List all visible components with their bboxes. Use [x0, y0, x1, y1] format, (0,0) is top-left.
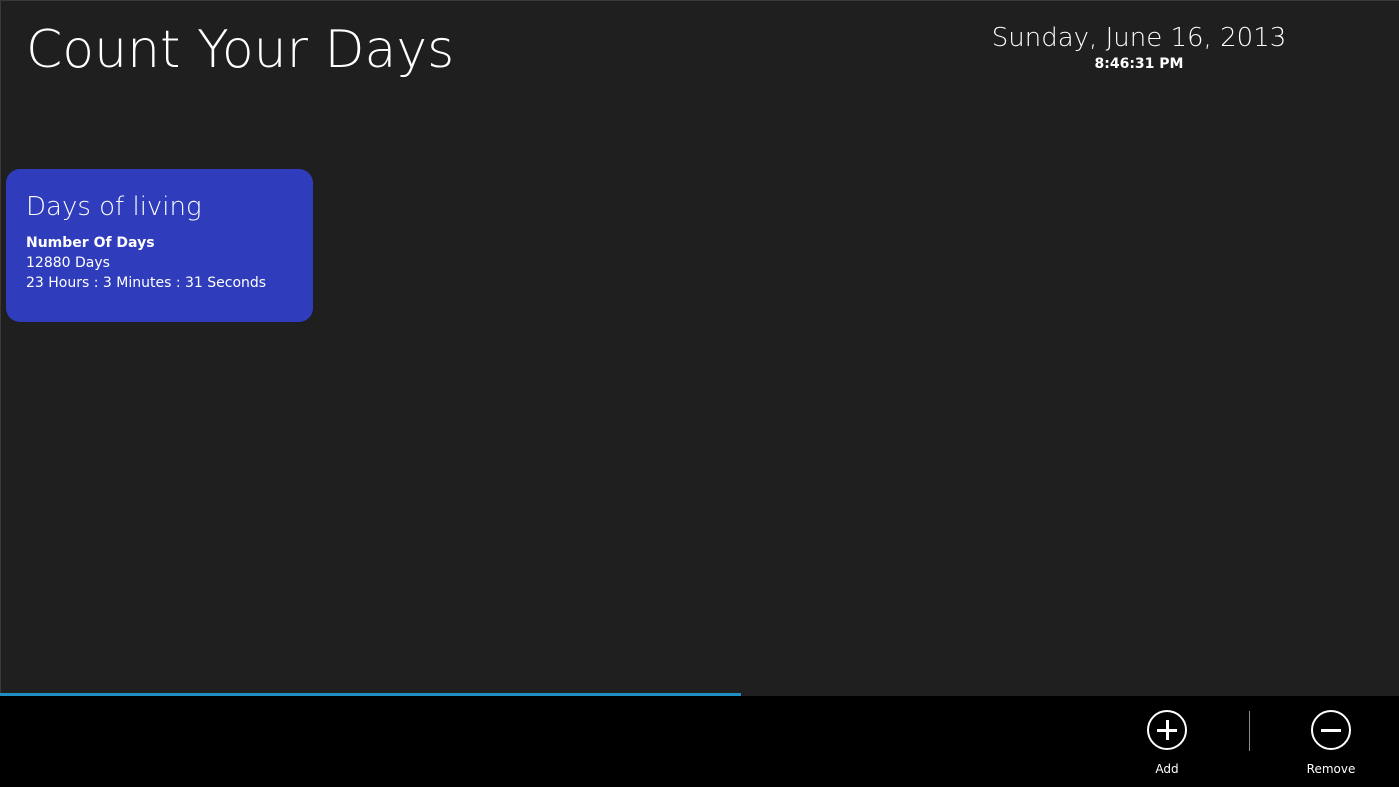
remove-button-label: Remove: [1306, 762, 1356, 776]
add-circle-icon: [1147, 710, 1187, 750]
remove-circle-icon: [1311, 710, 1351, 750]
tile-days: 12880 Days: [26, 255, 110, 271]
tile-time: 23 Hours : 3 Minutes : 31 Seconds: [26, 275, 267, 291]
clock: Sunday, June 16, 2013 8:46:31 PM: [979, 21, 1299, 73]
clock-date: Sunday, June 16, 2013: [991, 23, 1287, 53]
appbar-separator: [1249, 711, 1250, 751]
tile-title: Days of living: [26, 192, 202, 222]
counter-tile[interactable]: Days of living Number Of Days 12880 Days…: [6, 169, 313, 322]
tile-heading: Number Of Days: [26, 235, 155, 251]
remove-button[interactable]: Remove: [1286, 710, 1376, 776]
add-button-label: Add: [1155, 762, 1179, 776]
clock-time: 8:46:31 PM: [1094, 56, 1184, 72]
app-window: Count Your Days Sunday, June 16, 2013 8:…: [0, 0, 1399, 787]
add-button[interactable]: Add: [1122, 710, 1212, 776]
main-content: Count Your Days Sunday, June 16, 2013 8:…: [0, 0, 1399, 695]
app-bar: Add Remove: [0, 696, 1399, 787]
page-title: Count Your Days: [26, 20, 455, 80]
